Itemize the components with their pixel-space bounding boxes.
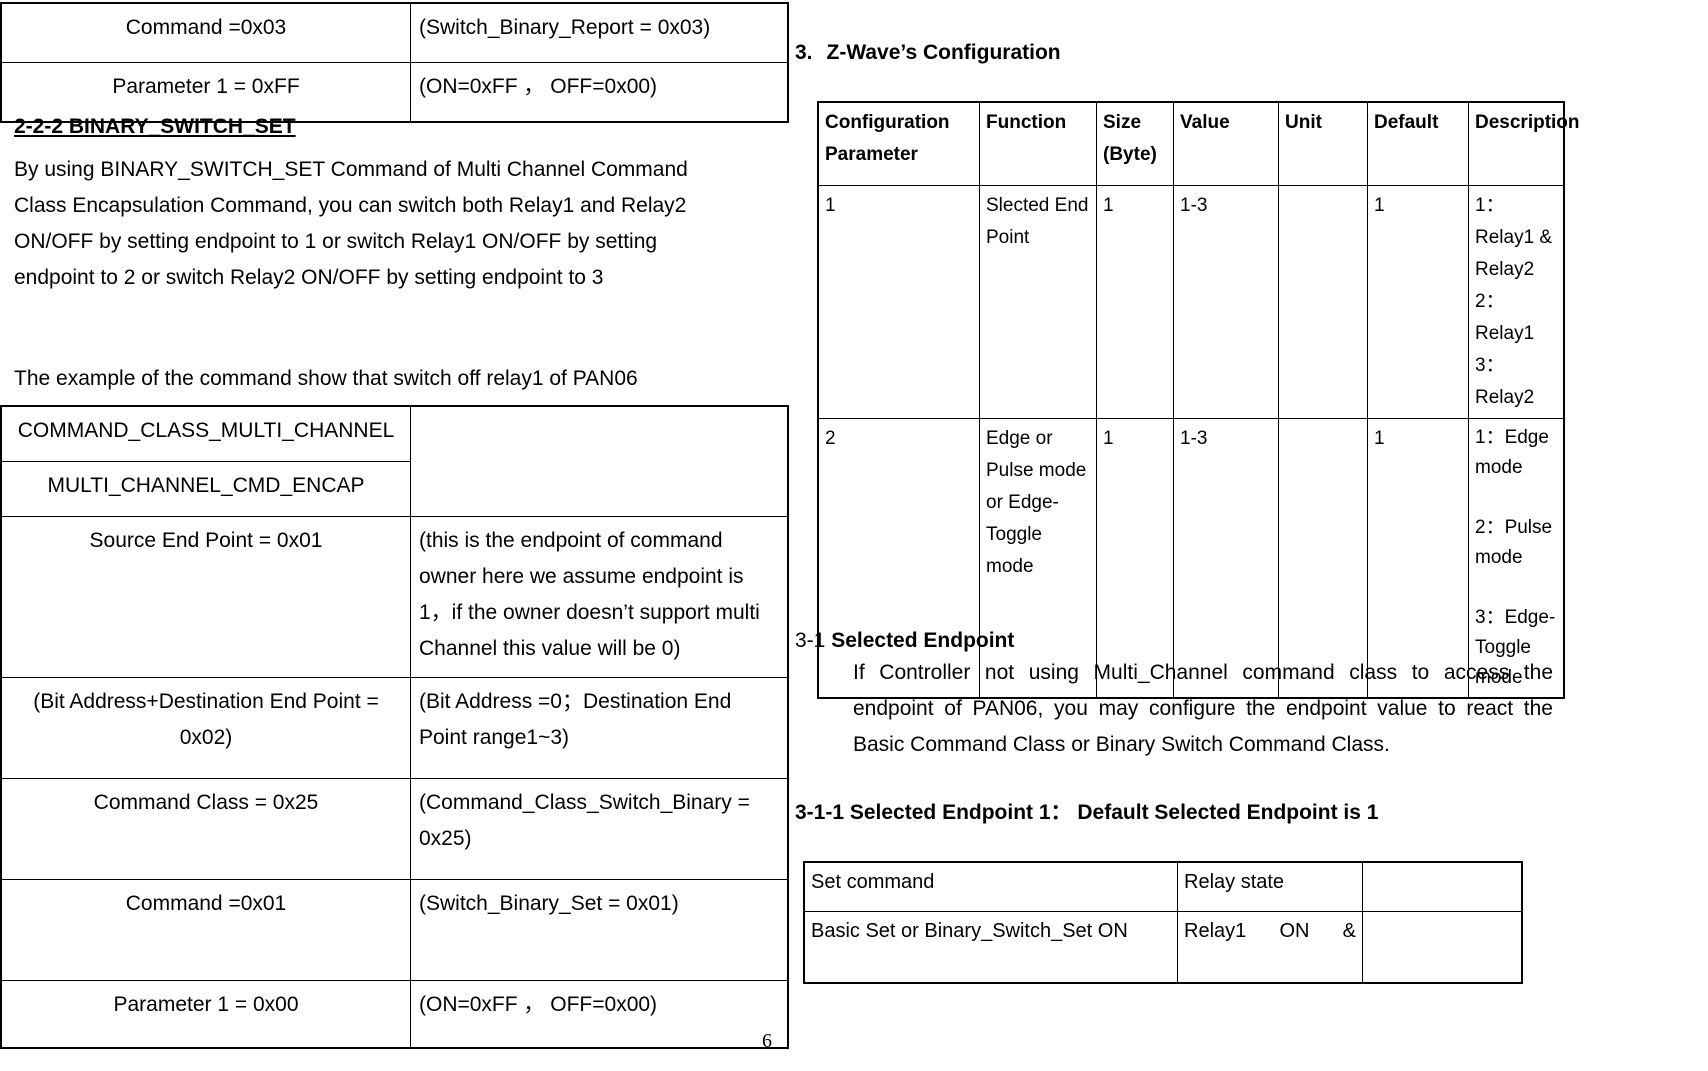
header-description: Description — [1468, 101, 1580, 186]
cell-function-1: Slected End Point — [979, 185, 1097, 419]
cell-size-1: 1 — [1096, 185, 1174, 419]
table-row: Command Class = 0x25 (Command_Class_Swit… — [0, 778, 789, 880]
header-value: Value — [1173, 101, 1279, 186]
left-column: Command =0x03 (Switch_Binary_Report = 0x… — [0, 0, 789, 1071]
cell-parameter-desc: (ON=0xFF ， OFF=0x00) — [410, 62, 789, 123]
cell-bit-address-dest: (Bit Address+Destination End Point = 0x0… — [0, 677, 411, 779]
section-3-title: Z-Wave’s Configuration — [826, 41, 1061, 64]
subsection-3-1-heading: 3-1 Selected Endpoint — [795, 623, 1014, 659]
cell-relay-state-value: Relay1 ON & — [1177, 911, 1363, 984]
section-3-heading: 3. Z-Wave’s Configuration — [795, 38, 1061, 68]
table-row: Command =0x03 (Switch_Binary_Report = 0x… — [0, 2, 789, 63]
table-row: COMMAND_CLASS_MULTI_CHANNEL — [0, 405, 789, 517]
binary-switch-report-table: Command =0x03 (Switch_Binary_Report = 0x… — [0, 2, 789, 123]
table-row: (Bit Address+Destination End Point = 0x0… — [0, 677, 789, 779]
right-column: 3. Z-Wave’s Configuration Configuration … — [785, 0, 1708, 1071]
table-row: Set command Relay state — [803, 861, 1523, 912]
cell-cmd-encap: MULTI_CHANNEL_CMD_ENCAP — [0, 461, 411, 517]
page-number: 6 — [762, 1030, 772, 1052]
cell-source-end-point-desc: (this is the endpoint of command owner h… — [410, 516, 789, 678]
body-paragraph: By using BINARY_SWITCH_SET Command of Mu… — [14, 158, 688, 289]
cell-command-desc: (Switch_Binary_Report = 0x03) — [410, 2, 789, 63]
cell-source-end-point: Source End Point = 0x01 — [0, 516, 411, 678]
cell-default-1: 1 — [1367, 185, 1469, 419]
document-page: Command =0x03 (Switch_Binary_Report = 0x… — [0, 0, 1708, 1071]
cell-value-1: 1-3 — [1173, 185, 1279, 419]
cell-command-class-value: Command Class = 0x25 — [0, 778, 411, 880]
cell-command-class: COMMAND_CLASS_MULTI_CHANNEL — [0, 405, 411, 462]
example-caption: The example of the command show that swi… — [14, 367, 638, 390]
section-3-number: 3. — [795, 41, 813, 64]
header-unit: Unit — [1278, 101, 1368, 186]
cell-command-class-desc — [410, 405, 789, 517]
cell-command-value: Command =0x01 — [0, 879, 411, 981]
table-row: Parameter 1 = 0x00 (ON=0xFF ， OFF=0x00) — [0, 980, 789, 1049]
cell-command-class-value-desc: (Command_Class_Switch_Binary = 0x25) — [410, 778, 789, 880]
cell-param-1: 1 — [817, 185, 980, 419]
header-configuration-parameter: Configuration Parameter — [817, 101, 980, 186]
header-size: Size (Byte) — [1096, 101, 1174, 186]
subsection-3-1-title: Selected Endpoint — [831, 629, 1015, 652]
cell-bit-address-dest-desc: (Bit Address =0；Destination End Point ra… — [410, 677, 789, 779]
subsection-3-1-1-heading: 3-1-1 Selected Endpoint 1： Default Selec… — [795, 801, 1379, 824]
subsection-3-1-number: 3-1 — [795, 629, 832, 652]
switch-binary-set-example-table: COMMAND_CLASS_MULTI_CHANNEL MULTI_CHANNE… — [0, 405, 789, 1049]
cell-relay-extra-value — [1362, 911, 1523, 984]
subsection-3-1-body: If Controller not using Multi_Channel co… — [853, 661, 1553, 756]
relay-state-table: Set command Relay state Basic Set or Bin… — [803, 861, 1523, 984]
zwave-configuration-table: Configuration Parameter Function Size (B… — [817, 101, 1580, 699]
cell-parameter-value: Parameter 1 = 0x00 — [0, 980, 411, 1049]
header-function: Function — [979, 101, 1097, 186]
cell-unit-1 — [1278, 185, 1368, 419]
table-row: Basic Set or Binary_Switch_Set ON Relay1… — [803, 911, 1523, 984]
table-row: Command =0x01 (Switch_Binary_Set = 0x01) — [0, 879, 789, 981]
cell-parameter-value-desc: (ON=0xFF ， OFF=0x00) — [410, 980, 789, 1049]
cell-command-label: Command =0x03 — [0, 2, 411, 63]
cell-command-value-desc: (Switch_Binary_Set = 0x01) — [410, 879, 789, 981]
cell-set-command-header: Set command — [803, 861, 1178, 912]
table-header-row: Configuration Parameter Function Size (B… — [817, 101, 1580, 186]
table-row: 1 Slected End Point 1 1-3 1 1：Relay1 & R… — [817, 185, 1565, 419]
cell-set-command-value: Basic Set or Binary_Switch_Set ON — [803, 911, 1178, 984]
cell-description-1: 1：Relay1 & Relay2 2：Relay1 3：Relay2 — [1468, 185, 1565, 419]
header-default: Default — [1367, 101, 1469, 186]
section-heading-binary-switch-set: 2-2-2 BINARY_SWITCH_SET — [14, 115, 296, 138]
cell-relay-extra-header — [1362, 861, 1523, 912]
cell-relay-state-header: Relay state — [1177, 861, 1363, 912]
table-row: Source End Point = 0x01 (this is the end… — [0, 516, 789, 678]
